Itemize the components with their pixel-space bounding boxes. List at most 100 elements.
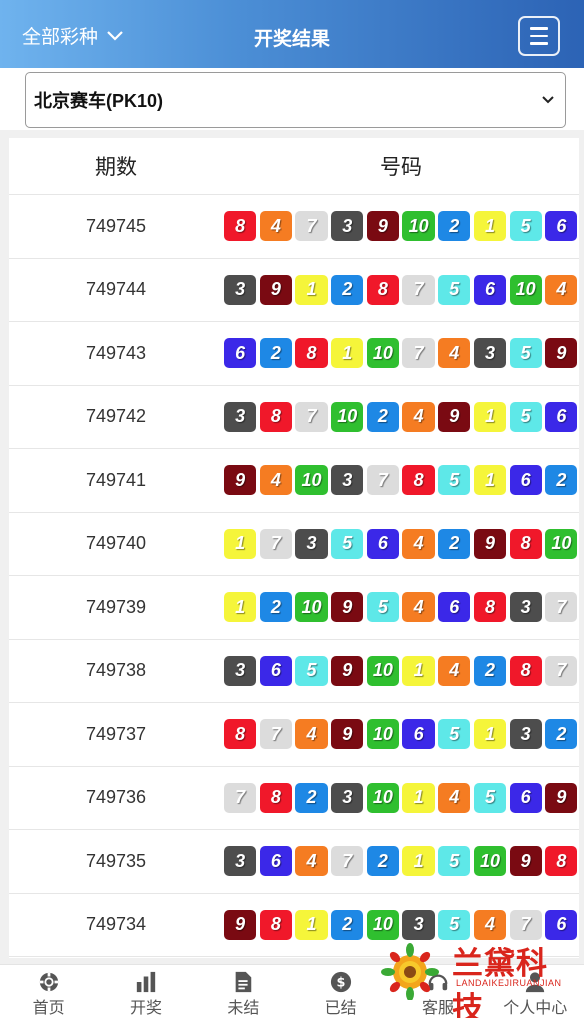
tab-unsettled[interactable]: 未结 (195, 965, 292, 1018)
draw-numbers: 8 7 4 9 10 6 5 1 3 2 (224, 719, 578, 750)
draw-numbers: 6 2 8 1 10 7 4 3 5 9 (224, 338, 578, 369)
number-ball: 3 (295, 528, 328, 559)
number-ball: 6 (509, 782, 542, 813)
menu-icon (530, 27, 548, 30)
number-ball: 6 (509, 465, 542, 496)
results-table: 期数 号码 749745 8 4 7 3 9 10 2 1 5 6 749744 3 9 1 2 8 7 5 6 10 4… (9, 138, 579, 957)
table-row: 749742 3 8 7 10 2 4 9 1 5 6 (9, 386, 579, 449)
number-ball: 6 (366, 528, 400, 559)
number-ball: 3 (224, 401, 257, 432)
number-ball: 9 (331, 719, 364, 750)
number-ball: 7 (259, 528, 292, 559)
number-ball: 8 (509, 655, 542, 686)
number-ball: 7 (402, 338, 435, 369)
number-ball: 9 (509, 846, 542, 877)
number-ball: 8 (295, 338, 328, 369)
number-ball: 1 (473, 401, 507, 432)
number-ball: 9 (545, 338, 578, 369)
number-ball: 3 (402, 909, 435, 940)
page-title: 开奖结果 (253, 29, 330, 50)
number-ball: 1 (473, 211, 507, 242)
number-ball: 8 (509, 528, 542, 559)
tab-label: 客服 (421, 1000, 454, 1017)
number-ball: 5 (438, 719, 471, 750)
number-ball: 8 (402, 465, 435, 496)
number-ball: 4 (438, 338, 471, 369)
issue-number: 749740 (85, 533, 147, 554)
number-ball: 2 (438, 211, 471, 242)
number-ball: 5 (509, 338, 542, 369)
menu-button[interactable] (518, 16, 560, 56)
number-ball: 1 (224, 592, 257, 623)
number-ball: 8 (366, 274, 400, 305)
number-ball: 7 (295, 401, 328, 432)
draw-numbers: 3 6 5 9 10 1 4 2 8 7 (224, 655, 578, 686)
dollar-icon: $ (330, 971, 351, 993)
table-header: 期数 号码 (9, 138, 579, 195)
number-ball: 5 (509, 401, 542, 432)
number-ball: 10 (331, 401, 364, 432)
tab-support[interactable]: 客服 (389, 965, 486, 1018)
number-ball: 9 (331, 592, 364, 623)
number-ball: 8 (259, 782, 292, 813)
number-ball: 3 (509, 592, 542, 623)
number-ball: 1 (295, 909, 328, 940)
bar-chart-icon (136, 971, 156, 993)
number-ball: 6 (224, 338, 257, 369)
number-ball: 5 (473, 782, 507, 813)
number-ball: 10 (509, 274, 542, 305)
draw-numbers: 9 8 1 2 10 3 5 4 7 6 (224, 909, 578, 940)
table-row: 749734 9 8 1 2 10 3 5 4 7 6 (9, 894, 579, 957)
number-ball: 6 (545, 909, 578, 940)
number-ball: 7 (545, 655, 578, 686)
game-select[interactable]: 北京赛车(PK10) (25, 72, 566, 128)
number-ball: 1 (473, 465, 507, 496)
number-ball: 2 (259, 592, 292, 623)
number-ball: 5 (438, 909, 471, 940)
tab-home[interactable]: 首页 (0, 965, 97, 1018)
number-ball: 4 (259, 211, 292, 242)
draw-numbers: 1 7 3 5 6 4 2 9 8 10 (224, 528, 578, 559)
draw-numbers: 3 8 7 10 2 4 9 1 5 6 (224, 401, 578, 432)
number-ball: 10 (366, 909, 400, 940)
tab-profile[interactable]: 个人中心 (487, 965, 584, 1018)
issue-number: 749739 (85, 596, 147, 617)
divider (0, 130, 584, 138)
number-ball: 4 (438, 655, 471, 686)
number-ball: 4 (295, 846, 328, 877)
number-ball: 5 (366, 592, 400, 623)
number-ball: 2 (545, 465, 578, 496)
number-ball: 4 (402, 592, 435, 623)
headset-icon (428, 974, 448, 991)
issue-number: 749734 (85, 914, 147, 935)
number-ball: 8 (473, 592, 507, 623)
number-ball: 3 (224, 274, 257, 305)
tab-results[interactable]: 开奖 (97, 965, 194, 1018)
number-ball: 10 (402, 211, 435, 242)
issue-number: 749738 (85, 660, 147, 681)
game-select-section: 北京赛车(PK10) (0, 68, 584, 132)
tab-label: 未结 (227, 1000, 260, 1017)
number-ball: 2 (295, 782, 328, 813)
number-ball: 2 (545, 719, 578, 750)
menu-icon-line (530, 42, 548, 45)
draw-numbers: 3 9 1 2 8 7 5 6 10 4 (224, 274, 578, 305)
number-ball: 1 (331, 338, 364, 369)
table-body: 749745 8 4 7 3 9 10 2 1 5 6 749744 3 9 1 2 8 7 5 6 10 4 749743… (9, 195, 579, 957)
number-ball: 8 (259, 909, 292, 940)
number-ball: 10 (366, 719, 400, 750)
table-row: 749743 6 2 8 1 10 7 4 3 5 9 (9, 322, 579, 386)
number-ball: 1 (473, 719, 507, 750)
number-ball: 3 (473, 338, 507, 369)
number-ball: 5 (331, 528, 364, 559)
draw-numbers: 7 8 2 3 10 1 4 5 6 9 (224, 782, 578, 813)
number-ball: 10 (295, 465, 328, 496)
number-ball: 1 (402, 846, 435, 877)
table-row: 749744 3 9 1 2 8 7 5 6 10 4 (9, 259, 579, 322)
tab-settled[interactable]: $ 已结 (292, 965, 389, 1018)
number-ball: 4 (438, 782, 471, 813)
number-ball: 2 (331, 274, 364, 305)
number-ball: 8 (259, 401, 292, 432)
number-ball: 10 (473, 846, 507, 877)
number-ball: 6 (473, 274, 507, 305)
